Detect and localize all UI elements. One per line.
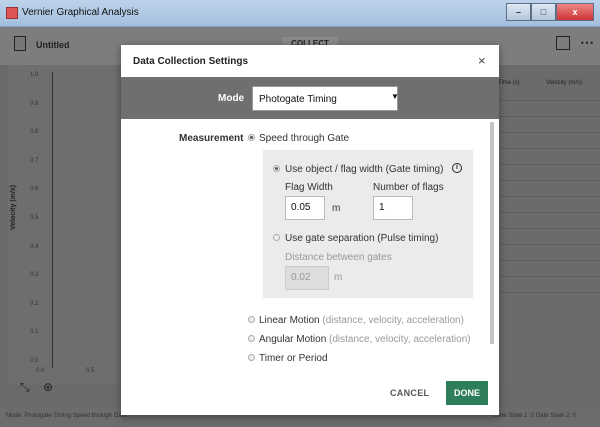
autoscale-icon[interactable]: ⤡ (20, 380, 30, 394)
distance-between-gates-label: Distance between gates (285, 252, 392, 263)
y-tick-label: 0.7 (30, 157, 39, 164)
table-row-divider (490, 164, 600, 165)
y-tick-label: 0.2 (30, 300, 39, 307)
graph-tools: ⤡ ⊕ (20, 380, 53, 395)
flag-width-label: Flag Width (285, 182, 333, 193)
x-tick-label: 0.0 (36, 368, 45, 374)
document-name[interactable]: Untitled (36, 40, 70, 50)
linear-motion-label[interactable]: Linear Motion (distance, velocity, accel… (259, 315, 464, 326)
window-controls: – □ x (506, 3, 594, 21)
window-title: Vernier Graphical Analysis (22, 7, 139, 18)
y-tick-label: 1.0 (30, 72, 39, 78)
status-gate-states: Gate State 1: 0 Gate State 2: 0 (493, 413, 576, 419)
flag-width-unit: m (332, 203, 341, 214)
flag-width-input[interactable]: 0.05 (285, 196, 325, 220)
layout-icon[interactable] (556, 36, 570, 50)
distance-unit: m (334, 272, 343, 283)
y-tick-label: 0.4 (30, 243, 39, 250)
app-icon (6, 7, 18, 19)
y-tick-label: 0.3 (30, 272, 39, 279)
measurement-label: Measurement (179, 133, 244, 144)
minimize-button[interactable]: – (506, 3, 531, 21)
speed-through-gate-label[interactable]: Speed through Gate (259, 133, 349, 144)
chevron-down-icon: ▼ (391, 92, 399, 101)
table-row-divider (490, 132, 600, 133)
dialog-close-icon[interactable]: × (478, 53, 486, 68)
mode-select[interactable]: Photogate Timing (252, 86, 398, 111)
table-row-divider (490, 228, 600, 229)
angular-motion-label[interactable]: Angular Motion (distance, velocity, acce… (259, 334, 471, 345)
radio-speed-through-gate[interactable] (248, 134, 255, 141)
y-tick-label: 0.6 (30, 186, 39, 193)
distance-input[interactable]: 0.02 (285, 266, 329, 290)
table-row-divider (490, 100, 600, 101)
gate-timing-label[interactable]: Use object / flag width (Gate timing) (285, 164, 443, 175)
pulse-timing-label[interactable]: Use gate separation (Pulse timing) (285, 233, 438, 244)
dialog-title: Data Collection Settings (133, 56, 249, 67)
radio-linear-motion[interactable] (248, 316, 255, 323)
close-window-button[interactable]: x (556, 3, 594, 21)
radio-angular-motion[interactable] (248, 335, 255, 342)
table-row-divider (490, 116, 600, 117)
cancel-button[interactable]: CANCEL (390, 388, 429, 398)
y-axis-label: Velocity (m/s) (10, 184, 17, 230)
y-tick-label: 0.8 (30, 129, 39, 136)
done-button[interactable]: DONE (446, 381, 488, 405)
document-icon[interactable] (14, 36, 26, 51)
status-mode: Mode: Photogate Timing Speed through Gat… (6, 413, 127, 419)
table-row-divider (490, 292, 600, 293)
table-row-divider (490, 260, 600, 261)
maximize-button[interactable]: □ (531, 3, 556, 21)
radio-pulse-timing[interactable] (273, 234, 280, 241)
dialog-scrollbar-thumb[interactable] (490, 122, 494, 344)
info-icon[interactable]: i (452, 163, 462, 173)
more-options-icon[interactable]: ⋯ (580, 34, 595, 51)
table-row-divider (490, 212, 600, 213)
zoom-icon[interactable]: ⊕ (43, 380, 53, 394)
mode-label: Mode (218, 93, 245, 104)
graph-y-axis (52, 72, 53, 368)
table-row-divider (490, 148, 600, 149)
radio-gate-timing[interactable] (273, 165, 280, 172)
y-tick-label: 0.9 (30, 100, 39, 107)
y-tick-label: 0.1 (30, 329, 39, 336)
radio-timer-period[interactable] (248, 354, 255, 361)
num-flags-label: Number of flags (373, 182, 444, 193)
y-tick-label: 0.0 (30, 358, 39, 364)
table-row-divider (490, 196, 600, 197)
table-row-divider (490, 276, 600, 277)
data-table (490, 65, 600, 385)
table-row-divider (490, 244, 600, 245)
table-row-divider (490, 180, 600, 181)
window-titlebar: Vernier Graphical Analysis – □ x (0, 0, 600, 27)
timer-period-label[interactable]: Timer or Period (259, 353, 328, 364)
y-tick-label: 0.5 (30, 215, 39, 221)
x-tick-label: 0.5 (86, 368, 95, 374)
num-flags-input[interactable]: 1 (373, 196, 413, 220)
table-header-velocity: Velocity (m/s) (546, 80, 583, 86)
table-header-time: Time (s) (498, 80, 520, 86)
